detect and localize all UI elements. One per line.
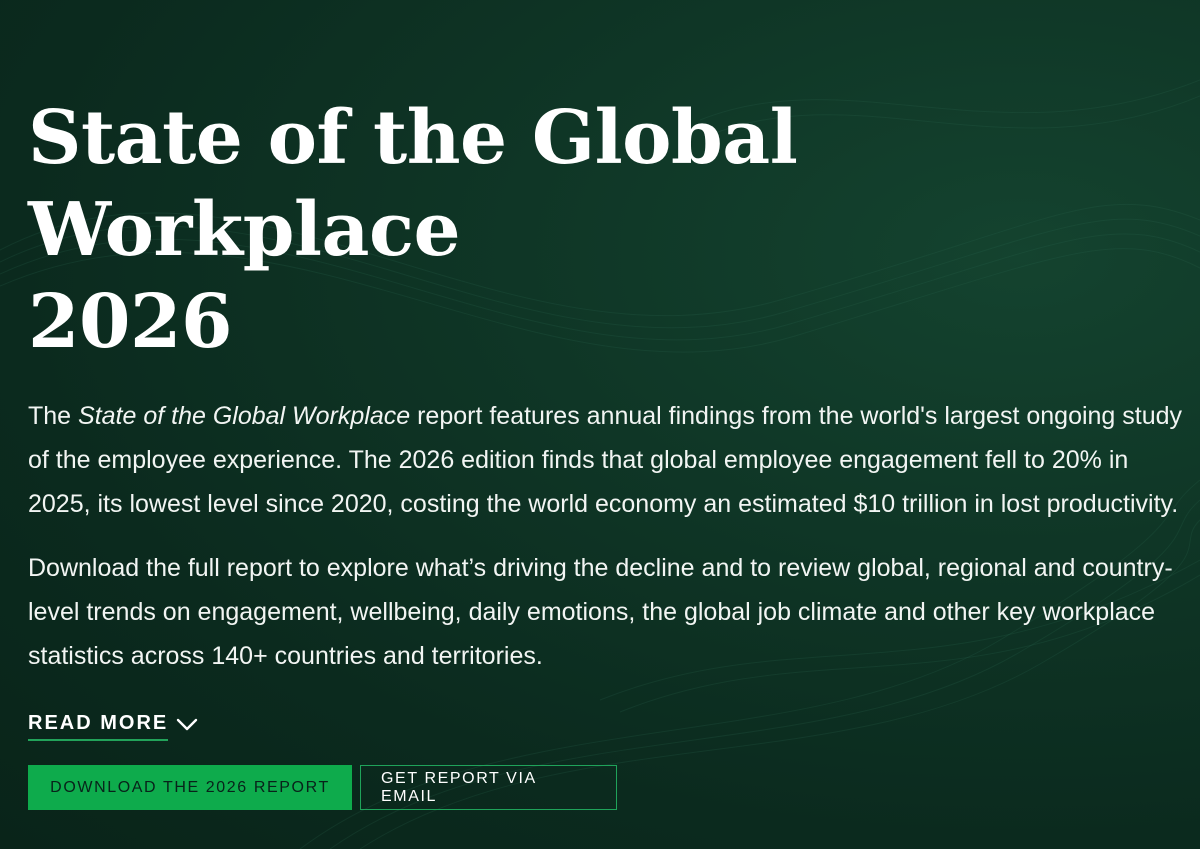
report-name-emphasis: State of the Global Workplace [78,402,411,430]
read-more-label: READ MORE [28,712,169,741]
hero-body: The State of the Global Workplace report… [28,394,1188,810]
page-title-line-2: 2026 [28,279,232,365]
intro-paragraph-prefix: The [28,402,79,430]
page-title: State of the Global Workplace 2026 [28,92,1188,368]
get-report-email-button[interactable]: GET REPORT VIA EMAIL [360,765,617,810]
page-title-line-1: State of the Global Workplace [28,95,798,273]
chevron-down-icon [177,718,198,730]
read-more-toggle[interactable]: READ MORE [28,712,198,741]
intro-paragraph: The State of the Global Workplace report… [28,394,1188,526]
download-paragraph: Download the full report to explore what… [28,554,1173,670]
download-report-button[interactable]: DOWNLOAD THE 2026 REPORT [28,765,352,810]
hero-section: State of the Global Workplace 2026 The S… [28,92,1188,810]
cta-row: DOWNLOAD THE 2026 REPORT GET REPORT VIA … [28,765,1188,810]
